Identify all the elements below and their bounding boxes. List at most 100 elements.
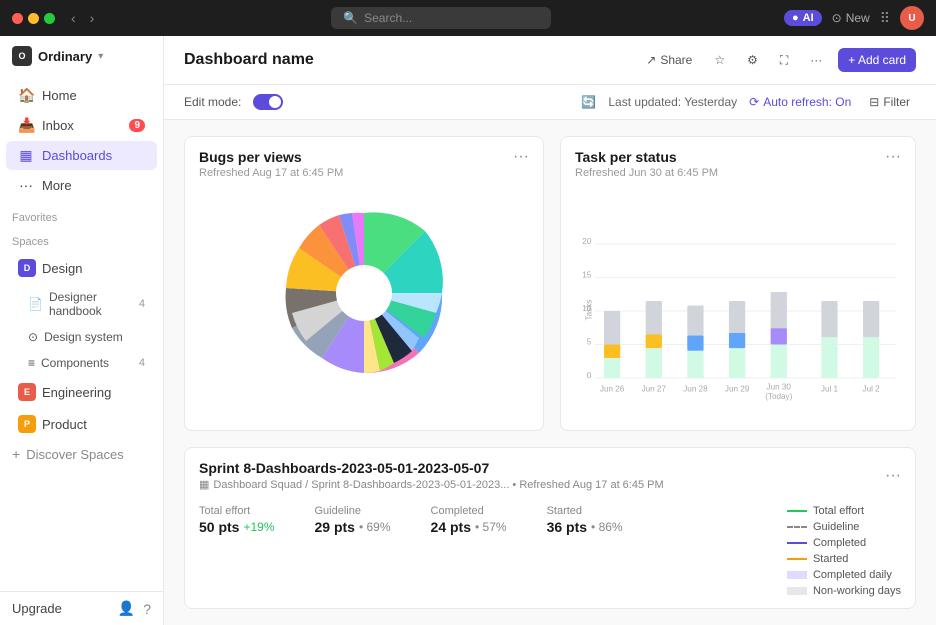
task-card-menu[interactable]: ··· xyxy=(885,149,901,165)
clock-icon: ⊙ xyxy=(832,11,842,25)
search-bar[interactable]: 🔍 Search... xyxy=(331,7,551,29)
add-card-button[interactable]: + Add card xyxy=(838,48,916,72)
sidebar-item-inbox[interactable]: 📥 Inbox 9 xyxy=(6,111,157,140)
expand-button[interactable]: ⛶ xyxy=(774,49,794,72)
stat-total-effort-value: 50 pts +19% xyxy=(199,519,275,535)
sidebar-sub-designer-handbook[interactable]: 📄 Designer handbook 4 xyxy=(6,285,157,323)
main-layout: O Ordinary ▾ 🏠 Home 📥 Inbox 9 ▦ Dashboar… xyxy=(0,36,936,625)
system-icon: ⊙ xyxy=(28,330,38,344)
filter-button[interactable]: ⊟ Filter xyxy=(863,91,916,113)
svg-text:20: 20 xyxy=(582,237,592,246)
components-label: Components xyxy=(41,356,109,370)
sidebar-nav: 🏠 Home 📥 Inbox 9 ▦ Dashboards ··· More xyxy=(0,76,163,204)
chevron-down-icon: ▾ xyxy=(98,51,103,62)
ai-badge[interactable]: ● AI xyxy=(784,10,822,26)
help-icon[interactable]: ? xyxy=(143,601,151,617)
svg-text:Jun 27: Jun 27 xyxy=(642,385,667,394)
doc-icon: 📄 xyxy=(28,297,43,311)
sidebar-sub-components[interactable]: ≡ Components 4 xyxy=(6,351,157,375)
forward-button[interactable]: › xyxy=(86,8,99,28)
content-header: Dashboard name ↗ Share ☆ ⚙ ⛶ ··· + xyxy=(164,36,936,85)
sidebar-item-more[interactable]: ··· More xyxy=(6,171,157,199)
stat-total-effort-extra: +19% xyxy=(243,520,274,534)
auto-refresh-icon: ⟳ xyxy=(749,95,759,109)
components-icon: ≡ xyxy=(28,356,35,370)
page-title: Dashboard name xyxy=(184,51,314,69)
task-card-subtitle: Refreshed Jun 30 at 6:45 PM xyxy=(575,167,718,179)
edit-mode-toggle[interactable] xyxy=(253,94,283,110)
stat-guideline-extra: • 69% xyxy=(359,520,391,534)
new-button[interactable]: ⊙ New xyxy=(832,11,870,25)
space-product[interactable]: P Product xyxy=(6,409,157,439)
grid-icon[interactable]: ⠿ xyxy=(880,10,890,27)
sprint-meta: ▦ Dashboard Squad / Sprint 8-Dashboards-… xyxy=(199,478,664,491)
star-icon: ☆ xyxy=(714,53,725,67)
user-icon[interactable]: 👤 xyxy=(118,600,135,617)
discover-spaces[interactable]: + Discover Spaces xyxy=(0,440,163,468)
sprint-meta-text: Dashboard Squad / Sprint 8-Dashboards-20… xyxy=(213,479,663,491)
engineering-space-icon: E xyxy=(18,383,36,401)
maximize-dot[interactable] xyxy=(44,13,55,24)
bugs-card-title: Bugs per views xyxy=(199,149,343,165)
close-dot[interactable] xyxy=(12,13,23,24)
svg-text:(Today): (Today) xyxy=(765,392,792,401)
stat-guideline-label: Guideline xyxy=(315,505,391,517)
svg-text:Jun 30: Jun 30 xyxy=(767,383,792,392)
content-area: Dashboard name ↗ Share ☆ ⚙ ⛶ ··· + xyxy=(164,36,936,625)
workspace-header[interactable]: O Ordinary ▾ xyxy=(0,36,163,76)
svg-text:Jul 1: Jul 1 xyxy=(821,385,839,394)
bookmark-button[interactable]: ☆ xyxy=(708,49,731,71)
more-button[interactable]: ··· xyxy=(804,49,828,71)
task-card-title: Task per status xyxy=(575,149,718,165)
legend-non-working: Non-working days xyxy=(787,585,901,597)
settings-button[interactable]: ⚙ xyxy=(741,49,764,71)
back-button[interactable]: ‹ xyxy=(67,8,80,28)
share-button[interactable]: ↗ Share xyxy=(640,49,698,71)
sprint-card-menu[interactable]: ··· xyxy=(885,468,901,484)
dashboard-content: Bugs per views Refreshed Aug 17 at 6:45 … xyxy=(164,120,936,625)
sidebar: O Ordinary ▾ 🏠 Home 📥 Inbox 9 ▦ Dashboar… xyxy=(0,36,164,625)
svg-text:Tasks: Tasks xyxy=(584,300,593,321)
top-bar: ‹ › 🔍 Search... ● AI ⊙ New ⠿ U xyxy=(0,0,936,36)
sidebar-sub-design-system[interactable]: ⊙ Design system xyxy=(6,325,157,349)
minimize-dot[interactable] xyxy=(28,13,39,24)
engineering-label: Engineering xyxy=(42,385,111,400)
sprint-stats: Total effort 50 pts +19% Guideline 29 pt… xyxy=(185,497,915,605)
discover-label: Discover Spaces xyxy=(26,447,124,462)
auto-refresh-button[interactable]: ⟳ Auto refresh: On xyxy=(749,95,851,109)
components-badge: 4 xyxy=(139,357,145,369)
home-label: Home xyxy=(42,88,77,103)
bugs-card-header: Bugs per views Refreshed Aug 17 at 6:45 … xyxy=(185,137,543,183)
sprint-title: Sprint 8-Dashboards-2023-05-01-2023-05-0… xyxy=(199,460,664,476)
topbar-right: ● AI ⊙ New ⠿ U xyxy=(784,6,924,30)
upgrade-button[interactable]: Upgrade xyxy=(12,601,110,616)
bugs-card-menu[interactable]: ··· xyxy=(513,149,529,165)
pie-container xyxy=(185,183,543,409)
legend-line-guideline xyxy=(787,526,807,528)
space-design[interactable]: D Design xyxy=(6,253,157,283)
space-engineering[interactable]: E Engineering xyxy=(6,377,157,407)
stat-started-value: 36 pts • 86% xyxy=(547,519,623,535)
svg-text:Jul 2: Jul 2 xyxy=(863,385,881,394)
legend-completed: Completed xyxy=(787,537,901,549)
more-icon: ··· xyxy=(18,177,34,193)
search-placeholder: Search... xyxy=(364,11,412,25)
sprint-header: Sprint 8-Dashboards-2023-05-01-2023-05-0… xyxy=(185,448,915,497)
plus-icon: + xyxy=(12,446,20,462)
legend: Total effort Guideline Completed St xyxy=(787,505,901,597)
product-label: Product xyxy=(42,417,87,432)
dots-icon: ··· xyxy=(810,53,822,67)
svg-text:Jun 29: Jun 29 xyxy=(725,385,750,394)
avatar[interactable]: U xyxy=(900,6,924,30)
home-icon: 🏠 xyxy=(18,87,34,104)
dashboards-label: Dashboards xyxy=(42,148,112,163)
stat-total-effort: Total effort 50 pts +19% xyxy=(199,505,275,535)
stat-total-effort-label: Total effort xyxy=(199,505,275,517)
bar-chart-container: 0 5 10 15 20 Tasks xyxy=(561,183,915,430)
nav-arrows: ‹ › xyxy=(67,8,98,28)
design-system-label: Design system xyxy=(44,330,123,344)
design-space-icon: D xyxy=(18,259,36,277)
sidebar-item-dashboards[interactable]: ▦ Dashboards xyxy=(6,141,157,170)
sidebar-item-home[interactable]: 🏠 Home xyxy=(6,81,157,110)
legend-started: Started xyxy=(787,553,901,565)
